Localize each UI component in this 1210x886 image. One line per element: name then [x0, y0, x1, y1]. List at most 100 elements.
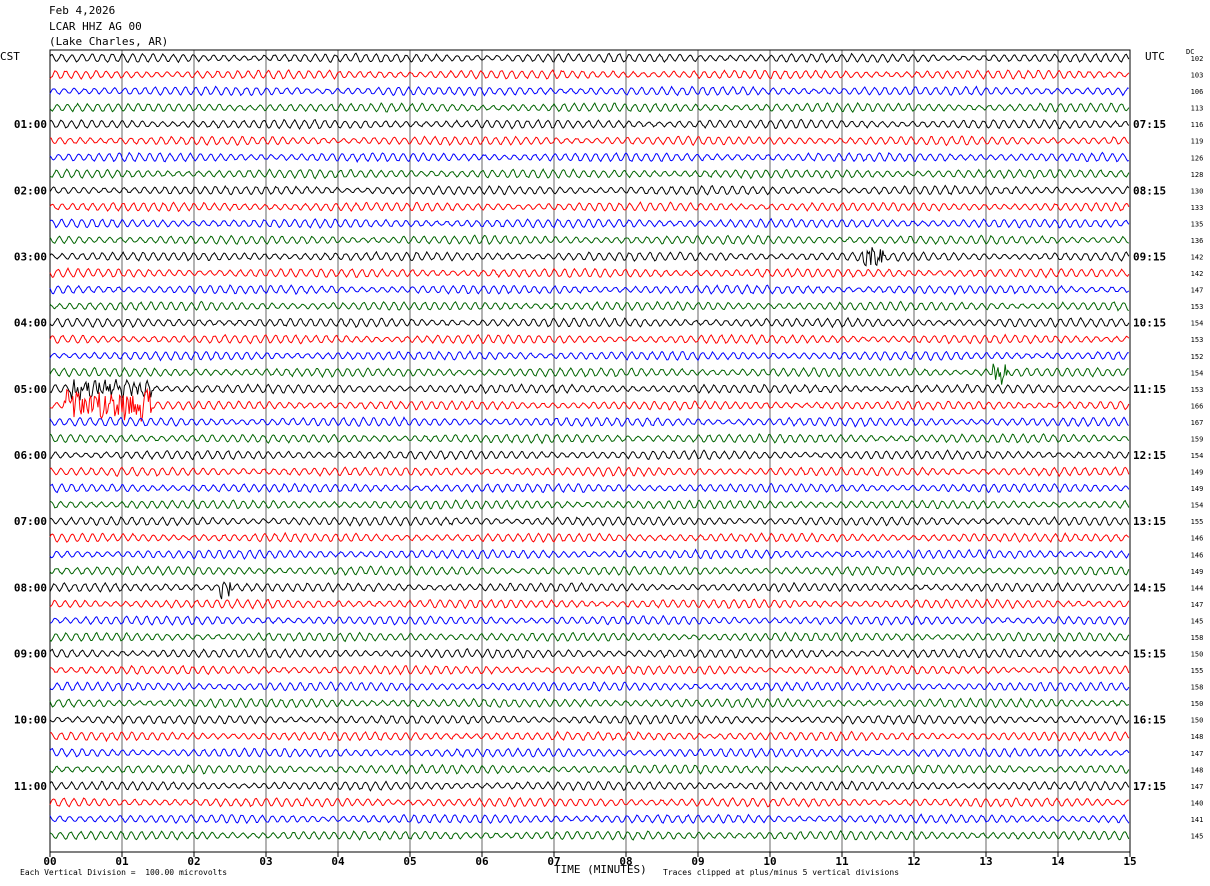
utc-hour-label: 09:15 [1133, 251, 1166, 264]
seismic-trace [49, 350, 1129, 362]
dc-offset-label: 149 [1191, 469, 1204, 477]
dc-offset-label: 147 [1191, 750, 1204, 758]
x-tick-label: 15 [1123, 855, 1136, 868]
x-tick-label: 13 [979, 855, 992, 868]
x-tick-label: 12 [907, 855, 920, 868]
seismic-trace [49, 333, 1130, 346]
seismic-trace [49, 631, 1130, 643]
dc-offset-label: 130 [1191, 187, 1204, 195]
x-tick-label: 05 [403, 855, 416, 868]
seismic-trace [49, 118, 1130, 130]
seismic-trace [49, 316, 1130, 329]
seismic-trace [49, 387, 1130, 422]
cst-hour-label: 08:00 [14, 581, 47, 594]
seismic-trace [49, 565, 1130, 577]
seismic-trace [49, 247, 1130, 267]
seismic-trace [49, 813, 1130, 825]
helicorder-chart: 00 01 02 03 04 05 06 07 08 09 10 11 12 13 14 1510210310… [14, 49, 1204, 868]
dc-offset-label: 152 [1191, 353, 1204, 361]
seismic-trace [49, 780, 1130, 792]
dc-offset-label: 149 [1191, 485, 1204, 493]
cst-hour-label: 11:00 [14, 780, 47, 793]
dc-offset-label: 144 [1191, 584, 1204, 592]
dc-offset-label: 103 [1191, 72, 1204, 80]
seismic-trace [49, 449, 1130, 461]
seismic-trace [49, 796, 1129, 808]
dc-offset-label: 149 [1191, 568, 1204, 576]
clip-note: Traces clipped at plus/minus 5 vertical … [663, 868, 900, 877]
cst-hour-label: 05:00 [14, 383, 47, 396]
dc-offset-label: 147 [1191, 601, 1204, 609]
dc-offset-label: 142 [1191, 254, 1204, 262]
dc-offset-label: 126 [1191, 154, 1204, 162]
utc-hour-label: 12:15 [1133, 449, 1166, 462]
dc-offset-label: 150 [1191, 651, 1204, 659]
x-tick-label: 01 [115, 855, 129, 868]
seismic-trace [49, 267, 1130, 279]
dc-offset-label: 113 [1191, 105, 1204, 113]
x-tick-label: 09 [691, 855, 704, 868]
seismic-trace [49, 499, 1130, 510]
seismic-trace [49, 763, 1130, 775]
x-tick-label: 14 [1051, 855, 1065, 868]
dc-offset-label: 102 [1191, 55, 1204, 63]
cst-hour-label: 09:00 [14, 648, 47, 661]
dc-offset-label: 128 [1191, 171, 1204, 179]
cst-hour-label: 01:00 [14, 118, 47, 131]
seismic-trace [49, 234, 1130, 246]
utc-hour-label: 07:15 [1133, 118, 1166, 131]
seismic-trace [49, 531, 1130, 544]
dc-offset-label: 148 [1191, 733, 1204, 741]
seismic-trace [49, 217, 1130, 229]
seismic-trace [49, 151, 1129, 163]
dc-offset-label: 135 [1191, 220, 1204, 228]
cst-hour-label: 04:00 [14, 317, 47, 330]
seismic-trace [49, 284, 1130, 296]
cst-hour-label: 02:00 [14, 184, 47, 197]
seismic-trace [50, 515, 1130, 527]
seismic-trace [49, 581, 1130, 600]
dc-offset-label: 153 [1191, 303, 1204, 311]
seismic-trace [49, 747, 1130, 759]
dc-offset-label: 153 [1191, 386, 1204, 394]
utc-hour-label: 16:15 [1133, 714, 1166, 727]
dc-offset-label: 155 [1191, 518, 1204, 526]
dc-offset-label: 167 [1191, 419, 1204, 427]
dc-offset-label: 154 [1191, 320, 1204, 328]
dc-offset-label: 140 [1191, 799, 1204, 807]
seismic-trace [49, 548, 1130, 560]
dc-offset-label: 158 [1191, 684, 1204, 692]
seismic-trace [49, 201, 1130, 213]
seismic-trace [49, 69, 1130, 80]
seismic-trace [49, 664, 1130, 676]
dc-offset-label: 153 [1191, 336, 1204, 344]
dc-offset-label: 155 [1191, 667, 1204, 675]
dc-offset-label: 158 [1191, 634, 1204, 642]
dc-offset-label: 154 [1191, 369, 1204, 377]
utc-hour-label: 14:15 [1133, 581, 1166, 594]
dc-offset-label: 116 [1191, 121, 1204, 129]
dc-offset-label: 145 [1191, 832, 1204, 840]
dc-offset-label: 147 [1191, 783, 1204, 791]
x-tick-label: 10 [763, 855, 776, 868]
seismic-trace [49, 598, 1130, 610]
dc-offset-label: 133 [1191, 204, 1204, 212]
seismic-trace [49, 101, 1130, 113]
seismic-trace [49, 432, 1130, 445]
seismic-trace [49, 300, 1130, 312]
dc-offset-label: 106 [1191, 88, 1204, 96]
x-tick-label: 00 [43, 855, 56, 868]
seismic-trace [49, 466, 1130, 478]
seismic-trace [49, 52, 1130, 64]
seismic-trace [49, 378, 1130, 401]
utc-hour-label: 10:15 [1133, 317, 1166, 330]
x-axis-label: TIME (MINUTES) [554, 863, 647, 876]
seismic-trace [49, 714, 1130, 726]
dc-offset-label: 136 [1191, 237, 1204, 245]
utc-hour-label: 08:15 [1133, 184, 1166, 197]
dc-offset-label: 150 [1191, 700, 1204, 708]
seismic-trace [49, 85, 1129, 97]
dc-offset-label: 141 [1191, 816, 1204, 824]
cst-hour-label: 06:00 [14, 449, 47, 462]
seismic-trace [49, 730, 1130, 743]
